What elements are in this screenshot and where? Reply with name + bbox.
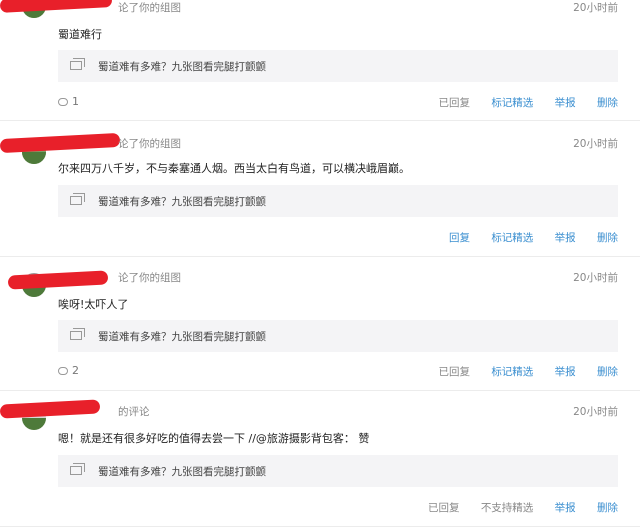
divider <box>0 120 640 121</box>
comment-text: 嗯！就是还有很多好吃的值得去尝一下 //@旅游摄影背包客： 赞 <box>58 432 370 445</box>
replied-label: 已回复 <box>438 366 470 378</box>
comment-bubble-icon <box>58 367 68 375</box>
album-icon <box>70 58 85 70</box>
comment-time: 20小时前 <box>573 272 618 284</box>
redaction-mark <box>7 270 109 290</box>
comment-header: 论了你的组图 <box>118 138 181 150</box>
comment-time: 20小时前 <box>573 138 618 150</box>
comment-item: 的评论 20小时前 嗯！就是还有很多好吃的值得去尝一下 //@旅游摄影背包客： … <box>0 398 640 528</box>
mark-featured-button[interactable]: 标记精选 <box>491 232 533 244</box>
report-button[interactable]: 举报 <box>555 232 576 244</box>
quoted-album-title: 蜀道难有多难？九张图看完腿打颤颤 <box>98 196 266 208</box>
comment-header: 论了你的组图 <box>118 272 181 284</box>
comment-actions: 已回复 不支持精选 举报 删除 <box>410 500 618 515</box>
quoted-album[interactable]: 蜀道难有多难？九张图看完腿打颤颤 <box>58 320 618 352</box>
mark-featured-button[interactable]: 标记精选 <box>491 366 533 378</box>
comment-header: 的评论 <box>118 406 150 418</box>
replied-label: 已回复 <box>427 502 460 514</box>
reply-count-value: 1 <box>72 95 79 108</box>
delete-button[interactable]: 删除 <box>597 232 618 244</box>
comment-actions: 回复 标记精选 举报 删除 <box>431 230 618 245</box>
comment-time: 20小时前 <box>573 2 618 14</box>
album-icon <box>70 193 85 205</box>
reply-button[interactable]: 回复 <box>449 232 470 244</box>
divider <box>0 390 640 391</box>
redaction-mark <box>0 399 101 419</box>
report-button[interactable]: 举报 <box>555 366 576 378</box>
comment-item: 论了你的组图 20小时前 唉呀!太吓人了 蜀道难有多难？九张图看完腿打颤颤 2 … <box>0 265 640 385</box>
quoted-album-title: 蜀道难有多难？九张图看完腿打颤颤 <box>98 466 266 478</box>
quoted-album[interactable]: 蜀道难有多难？九张图看完腿打颤颤 <box>58 455 618 487</box>
comment-text: 蜀道难行 <box>58 28 102 41</box>
comment-time: 20小时前 <box>573 406 618 418</box>
divider <box>0 526 640 527</box>
quoted-album[interactable]: 蜀道难有多难？九张图看完腿打颤颤 <box>58 185 618 217</box>
reply-count[interactable]: 2 <box>58 364 79 377</box>
comment-header: 论了你的组图 <box>118 2 181 14</box>
comment-bubble-icon <box>58 98 68 106</box>
delete-button[interactable]: 删除 <box>597 502 618 514</box>
redaction-mark <box>0 0 113 13</box>
mark-featured-button[interactable]: 标记精选 <box>491 97 533 109</box>
quoted-album[interactable]: 蜀道难有多难？九张图看完腿打颤颤 <box>58 50 618 82</box>
quoted-album-title: 蜀道难有多难？九张图看完腿打颤颤 <box>98 331 266 343</box>
delete-button[interactable]: 删除 <box>597 97 618 109</box>
album-icon <box>70 328 85 340</box>
redaction-mark <box>0 132 121 154</box>
delete-button[interactable]: 删除 <box>597 366 618 378</box>
report-button[interactable]: 举报 <box>555 97 576 109</box>
divider <box>0 256 640 257</box>
comment-item: 论了你的组图 20小时前 尔来四万八千岁，不与秦塞通人烟。西当太白有鸟道，可以横… <box>0 130 640 252</box>
comment-text: 尔来四万八千岁，不与秦塞通人烟。西当太白有鸟道，可以横决峨眉巅。 <box>58 162 410 175</box>
reply-count-value: 2 <box>72 364 79 377</box>
comment-actions: 已回复 标记精选 举报 删除 <box>420 95 618 110</box>
comment-text: 唉呀!太吓人了 <box>58 298 129 311</box>
reply-count[interactable]: 1 <box>58 95 79 108</box>
featured-unsupported-label: 不支持精选 <box>480 502 534 514</box>
replied-label: 已回复 <box>438 97 470 109</box>
comment-item: 论了你的组图 20小时前 蜀道难行 蜀道难有多难？九张图看完腿打颤颤 1 已回复… <box>0 0 640 118</box>
comment-actions: 已回复 标记精选 举报 删除 <box>420 364 618 379</box>
report-button[interactable]: 举报 <box>555 502 576 514</box>
album-icon <box>70 463 85 475</box>
quoted-album-title: 蜀道难有多难？九张图看完腿打颤颤 <box>98 61 266 73</box>
